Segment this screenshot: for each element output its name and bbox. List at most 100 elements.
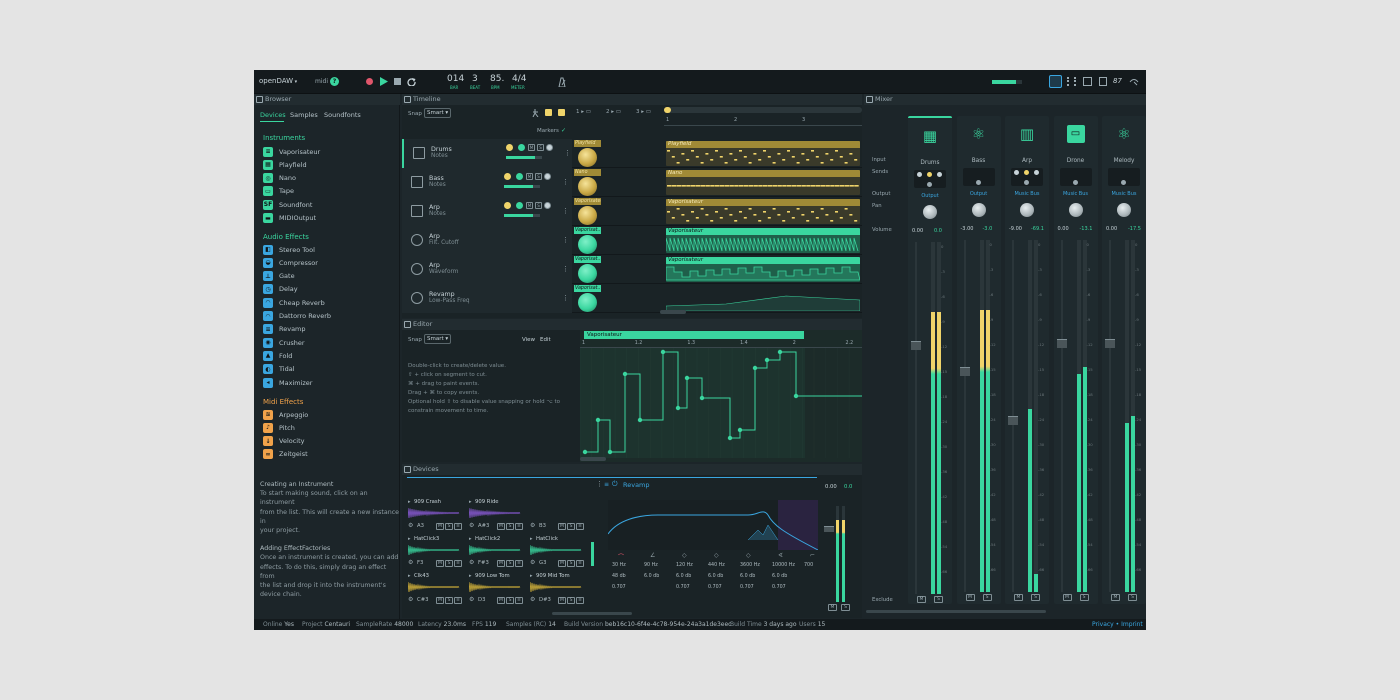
loop-icon[interactable] [407,77,416,86]
midi-effect-pitch[interactable]: ♪ Pitch [263,422,295,433]
drum-pad[interactable]: ▸ 909 Mid Tom ⚙ D#3 M S ≡ [530,573,590,607]
eq-graph[interactable] [607,500,819,551]
track-mute-button[interactable]: M [526,173,533,180]
instrument-tape[interactable]: ▭ Tape [263,186,294,197]
pad-settings-icon[interactable]: ⚙ [408,559,413,566]
send-indicator[interactable] [975,180,981,185]
channel-solo-button[interactable]: S [1079,594,1089,601]
channel-volume-fader[interactable] [959,366,970,376]
drum-pad[interactable]: ▸ HatClick ⚙ G3 M S ≡ [530,536,590,570]
workspace-timeline-icon[interactable] [1049,75,1062,88]
send-knob[interactable] [1014,170,1019,175]
pad-settings-icon[interactable]: ⚙ [408,522,413,529]
channel-solo-button[interactable]: S [982,594,992,601]
track-menu-icon[interactable]: ⋮ [562,265,569,273]
channel-pan-knob[interactable] [1117,203,1131,217]
clip-slot-play-knob[interactable] [578,293,597,312]
track-volume-slider[interactable] [504,185,540,188]
markers-lane[interactable] [664,126,862,134]
send-knob[interactable] [927,172,932,177]
eq-band-gain[interactable]: 6.0 db [708,574,723,579]
track-arm-icon[interactable] [504,202,511,209]
drum-pad[interactable]: ▸ 909 Crash ⚙ A3 M S ≡ [408,499,468,533]
fader-track[interactable] [915,242,917,594]
arrangement-clip[interactable]: Vaporisateur [666,257,860,282]
send-indicator[interactable] [927,182,932,187]
workspace-editor-icon[interactable] [1083,77,1092,86]
pad-button-mute[interactable]: M [497,560,505,567]
eq-band-gain[interactable]: 48 db [612,574,626,579]
devices-h-scroll[interactable] [552,612,632,615]
channel-output-select[interactable]: Output [959,191,999,197]
device-power-icon[interactable]: ⏻ [612,480,618,489]
pad-button-mute[interactable]: M [558,560,566,567]
automation-curve[interactable] [580,348,862,458]
pad-settings-icon[interactable]: ⚙ [530,522,535,529]
tab-devices[interactable]: Devices [260,111,286,119]
channel-mute-button[interactable]: M [1111,594,1120,601]
mixer-h-scroll[interactable] [866,610,1046,613]
track-enable-icon[interactable] [516,173,523,180]
clip-slot[interactable]: Nano [574,169,601,196]
pad-button-solo[interactable]: S [506,523,514,530]
eq-band-type-icon[interactable]: ◇ [682,552,687,559]
send-indicator[interactable] [1072,180,1078,185]
pad-button-menu[interactable]: ≡ [576,597,584,604]
drum-pad[interactable]: ⚙ B3 M S ≡ [530,499,590,533]
send-indicator[interactable] [1121,180,1126,185]
audio-effect-revamp[interactable]: ≡ Revamp [263,324,306,335]
scene-1[interactable]: 1 ▸ ▭ [576,109,591,115]
device-solo-button[interactable]: S [841,604,850,611]
record-icon[interactable] [366,78,373,85]
eq-band-q[interactable]: 0.707 [772,585,786,590]
arrangement-clip[interactable]: Nano [666,170,860,195]
pad-button-mute[interactable]: M [436,523,444,530]
pad-settings-icon[interactable]: ⚙ [469,522,474,529]
editor-snap-select[interactable]: Smart ▾ [424,334,451,344]
pad-button-solo[interactable]: S [506,597,514,604]
channel-solo-button[interactable]: S [934,596,943,603]
pad-button-solo[interactable]: S [567,560,575,567]
clip-slot[interactable]: Playfield [574,140,601,167]
channel-output-select[interactable]: Music Bus [1007,191,1047,197]
channel-instrument-icon[interactable]: ⚛ [1115,125,1133,143]
play-icon[interactable] [380,77,388,86]
position-display[interactable]: 014 BAR 3 BEAT 85. BPM 4/4 METER [444,70,540,94]
markers-check-icon[interactable]: ✓ [561,127,566,134]
pad-button-solo[interactable]: S [567,597,575,604]
eq-band-gain[interactable]: 6.0 db [740,574,755,579]
pad-play-icon[interactable]: ▸ [408,499,411,505]
editor-ruler[interactable]: 1 1.2 1.3 1.4 2 2.2 [580,340,862,348]
track-monitor-icon[interactable] [546,144,553,151]
clip-slot[interactable]: Vaporisat.. [574,227,601,254]
eq-band-freq[interactable]: 440 Hz [708,563,725,568]
timeline-ruler[interactable]: 1 2 3 [664,114,862,126]
metronome-icon[interactable] [557,77,567,87]
channel-output-select[interactable]: Output [910,193,950,199]
instrument-midioutput[interactable]: ▬ MIDIOutput [263,213,316,224]
automation-editor[interactable]: Vaporisateur 1 1.2 1.3 1.4 2 2.2 [580,330,862,462]
track-header[interactable]: Bass Notes M S ⋮ [402,168,572,197]
fader-track[interactable] [1109,240,1111,592]
workspace-shadertoy-icon[interactable] [1129,77,1139,86]
track-monitor-icon[interactable] [544,173,551,180]
channel-instrument-icon[interactable]: ⚛ [970,125,988,143]
timeline-scrollbar[interactable] [664,107,862,113]
pad-play-icon[interactable]: ▸ [469,573,472,579]
audio-effect-tidal[interactable]: ◐ Tidal [263,364,295,375]
eq-band-type-icon[interactable]: ◇ [746,552,751,559]
channel-mute-button[interactable]: M [965,594,975,601]
send-knob[interactable] [937,172,942,177]
pad-button-mute[interactable]: M [436,597,444,604]
pad-button-solo[interactable]: S [445,597,453,604]
midi-effect-velocity[interactable]: ↓ Velocity [263,436,305,447]
channel-mute-button[interactable]: M [1062,594,1072,601]
channel-output-select[interactable]: Music Bus [1104,191,1144,197]
pad-button-menu[interactable]: ≡ [515,523,523,530]
workspace-mixer-icon[interactable] [1067,77,1076,86]
audio-effect-delay[interactable]: ◷ Delay [263,284,298,295]
eq-band-q[interactable]: 0.707 [708,585,722,590]
clip-view-icon[interactable] [545,109,552,116]
eq-band-type-icon[interactable]: ⌐ [810,552,815,559]
stop-icon[interactable] [394,78,401,85]
